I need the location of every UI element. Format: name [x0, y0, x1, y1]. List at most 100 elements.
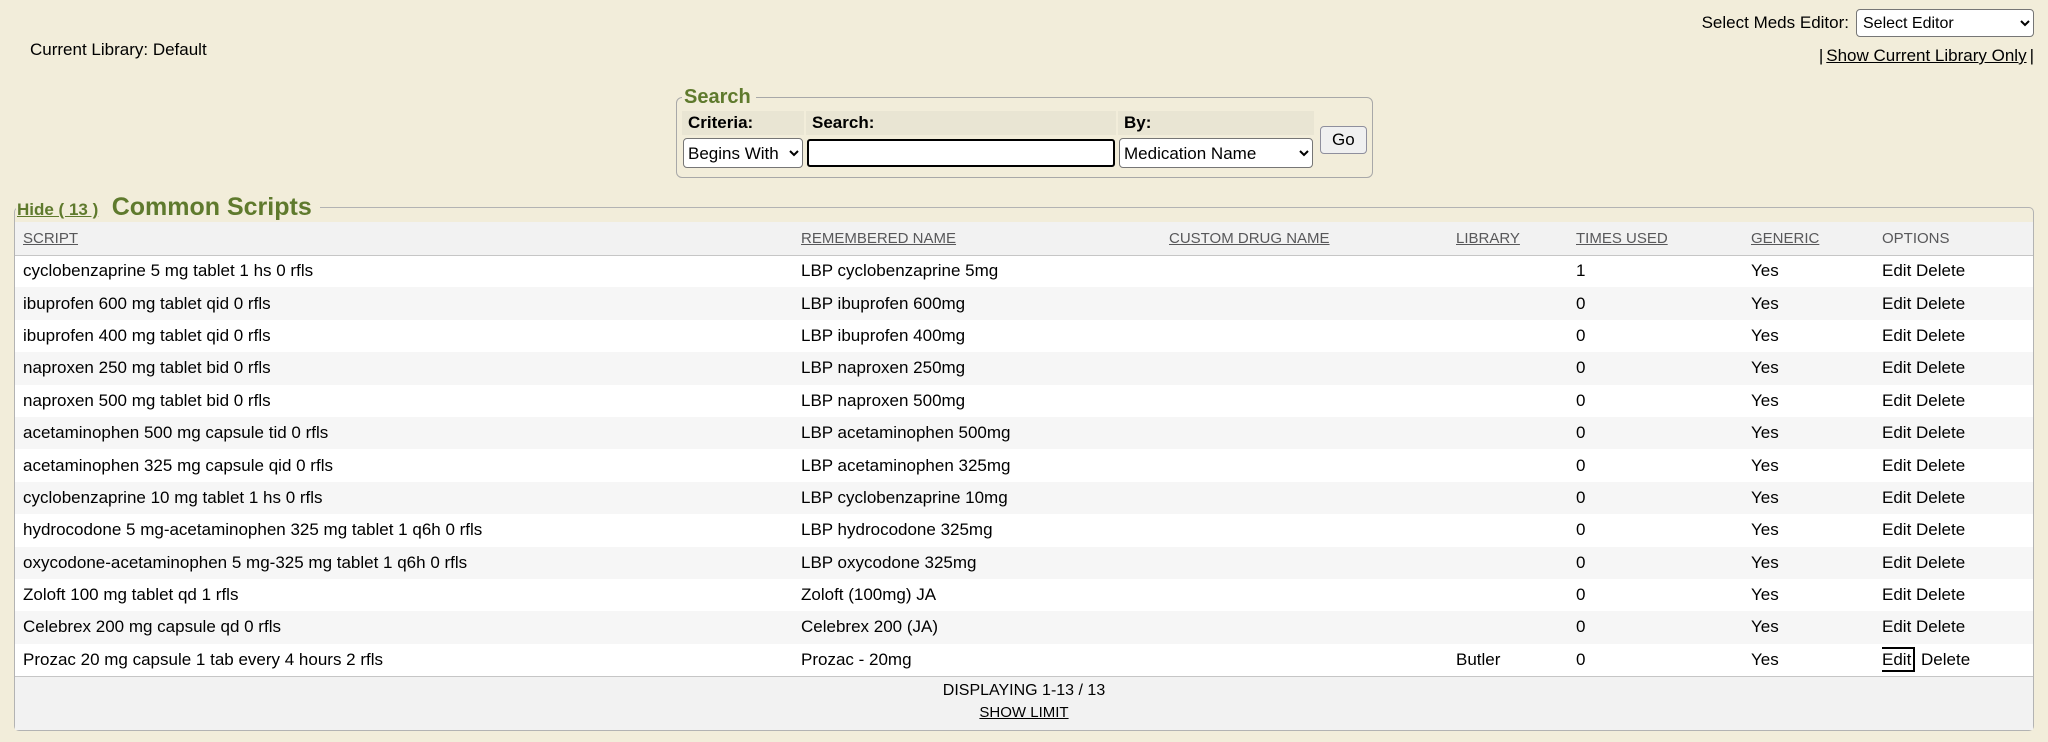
cell-generic: Yes — [1751, 482, 1882, 514]
cell-custom-drug-name — [1169, 611, 1456, 643]
cell-remembered-name: LBP acetaminophen 500mg — [801, 417, 1169, 449]
cell-custom-drug-name — [1169, 417, 1456, 449]
pipe-left: | — [1819, 46, 1823, 65]
cell-options: Edit Delete — [1882, 547, 2033, 579]
edit-link[interactable]: Edit — [1882, 520, 1911, 539]
delete-link[interactable]: Delete — [1916, 520, 1965, 539]
delete-link[interactable]: Delete — [1916, 553, 1965, 572]
cell-options: Edit Delete — [1882, 385, 2033, 417]
cell-options: Edit Delete — [1882, 482, 2033, 514]
show-limit-link[interactable]: SHOW LIMIT — [979, 704, 1068, 721]
table-row: Prozac 20 mg capsule 1 tab every 4 hours… — [15, 644, 2033, 676]
column-header-script[interactable]: SCRIPT — [23, 230, 78, 247]
cell-generic: Yes — [1751, 255, 1882, 287]
cell-options: Edit Delete — [1882, 352, 2033, 384]
cell-custom-drug-name — [1169, 320, 1456, 352]
cell-times-used: 0 — [1576, 385, 1751, 417]
edit-link[interactable]: Edit — [1882, 585, 1911, 604]
cell-custom-drug-name — [1169, 255, 1456, 287]
cell-generic: Yes — [1751, 449, 1882, 481]
cell-times-used: 0 — [1576, 514, 1751, 546]
cell-custom-drug-name — [1169, 514, 1456, 546]
cell-remembered-name: LBP hydrocodone 325mg — [801, 514, 1169, 546]
cell-remembered-name: LBP ibuprofen 600mg — [801, 287, 1169, 319]
edit-link[interactable]: Edit — [1882, 488, 1911, 507]
delete-link[interactable]: Delete — [1916, 488, 1965, 507]
table-row: Celebrex 200 mg capsule qd 0 rflsCelebre… — [15, 611, 2033, 643]
cell-remembered-name: LBP oxycodone 325mg — [801, 547, 1169, 579]
cell-options: Edit Delete — [1882, 644, 2033, 676]
cell-library — [1456, 514, 1576, 546]
column-header-remembered-name[interactable]: REMEMBERED NAME — [801, 230, 956, 247]
cell-script: hydrocodone 5 mg-acetaminophen 325 mg ta… — [15, 514, 801, 546]
cell-remembered-name: Celebrex 200 (JA) — [801, 611, 1169, 643]
edit-link[interactable]: Edit — [1882, 456, 1911, 475]
by-select[interactable]: Medication Name — [1119, 138, 1313, 168]
search-header: Search: — [806, 111, 1116, 135]
delete-link[interactable]: Delete — [1916, 326, 1965, 345]
cell-custom-drug-name — [1169, 482, 1456, 514]
cell-times-used: 1 — [1576, 255, 1751, 287]
cell-script: naproxen 500 mg tablet bid 0 rfls — [15, 385, 801, 417]
edit-link[interactable]: Edit — [1882, 358, 1911, 377]
delete-link[interactable]: Delete — [1916, 391, 1965, 410]
cell-script: Celebrex 200 mg capsule qd 0 rfls — [15, 611, 801, 643]
table-row: acetaminophen 500 mg capsule tid 0 rflsL… — [15, 417, 2033, 449]
cell-library — [1456, 320, 1576, 352]
table-row: hydrocodone 5 mg-acetaminophen 325 mg ta… — [15, 514, 2033, 546]
table-row: acetaminophen 325 mg capsule qid 0 rflsL… — [15, 449, 2033, 481]
cell-options: Edit Delete — [1882, 611, 2033, 643]
meds-editor-label: Select Meds Editor: — [1702, 13, 1849, 33]
edit-link[interactable]: Edit — [1882, 553, 1911, 572]
edit-link[interactable]: Edit — [1882, 423, 1911, 442]
delete-link[interactable]: Delete — [1916, 261, 1965, 280]
cell-custom-drug-name — [1169, 287, 1456, 319]
cell-times-used: 0 — [1576, 482, 1751, 514]
cell-library: Butler — [1456, 644, 1576, 676]
criteria-select[interactable]: Begins With — [683, 138, 803, 168]
cell-custom-drug-name — [1169, 644, 1456, 676]
column-header-custom-drug-name[interactable]: CUSTOM DRUG NAME — [1169, 230, 1330, 247]
cell-times-used: 0 — [1576, 417, 1751, 449]
edit-link[interactable]: Edit — [1882, 647, 1915, 672]
meds-editor-select[interactable]: Select Editor — [1856, 9, 2034, 37]
criteria-header: Criteria: — [682, 111, 804, 135]
cell-script: naproxen 250 mg tablet bid 0 rfls — [15, 352, 801, 384]
cell-remembered-name: LBP naproxen 500mg — [801, 385, 1169, 417]
cell-times-used: 0 — [1576, 547, 1751, 579]
cell-options: Edit Delete — [1882, 255, 2033, 287]
column-header-generic[interactable]: GENERIC — [1751, 230, 1819, 247]
delete-link[interactable]: Delete — [1916, 423, 1965, 442]
edit-link[interactable]: Edit — [1882, 261, 1911, 280]
delete-link[interactable]: Delete — [1916, 617, 1965, 636]
cell-generic: Yes — [1751, 611, 1882, 643]
search-input[interactable] — [807, 139, 1115, 167]
edit-link[interactable]: Edit — [1882, 391, 1911, 410]
column-header-library[interactable]: LIBRARY — [1456, 230, 1520, 247]
delete-link[interactable]: Delete — [1916, 358, 1965, 377]
delete-link[interactable]: Delete — [1916, 294, 1965, 313]
edit-link[interactable]: Edit — [1882, 617, 1911, 636]
common-scripts-legend: Hide ( 13 ) Common Scripts — [16, 193, 320, 222]
cell-custom-drug-name — [1169, 579, 1456, 611]
hide-link[interactable]: Hide ( 13 ) — [17, 200, 98, 219]
cell-generic: Yes — [1751, 514, 1882, 546]
cell-options: Edit Delete — [1882, 320, 2033, 352]
table-row: ibuprofen 400 mg tablet qid 0 rflsLBP ib… — [15, 320, 2033, 352]
cell-library — [1456, 287, 1576, 319]
cell-times-used: 0 — [1576, 287, 1751, 319]
go-button[interactable]: Go — [1320, 126, 1367, 154]
cell-times-used: 0 — [1576, 579, 1751, 611]
cell-remembered-name: LBP ibuprofen 400mg — [801, 320, 1169, 352]
delete-link[interactable]: Delete — [1916, 585, 1965, 604]
show-current-library-link[interactable]: Show Current Library Only — [1826, 46, 2026, 65]
delete-link[interactable]: Delete — [1916, 456, 1965, 475]
column-header-times-used[interactable]: TIMES USED — [1576, 230, 1668, 247]
edit-link[interactable]: Edit — [1882, 326, 1911, 345]
cell-generic: Yes — [1751, 644, 1882, 676]
delete-link[interactable]: Delete — [1921, 650, 1970, 669]
cell-remembered-name: LBP acetaminophen 325mg — [801, 449, 1169, 481]
edit-link[interactable]: Edit — [1882, 294, 1911, 313]
scripts-table-body: cyclobenzaprine 5 mg tablet 1 hs 0 rflsL… — [15, 255, 2033, 676]
common-scripts-fieldset: Hide ( 13 ) Common Scripts SCRIPT REMEMB… — [14, 193, 2034, 731]
